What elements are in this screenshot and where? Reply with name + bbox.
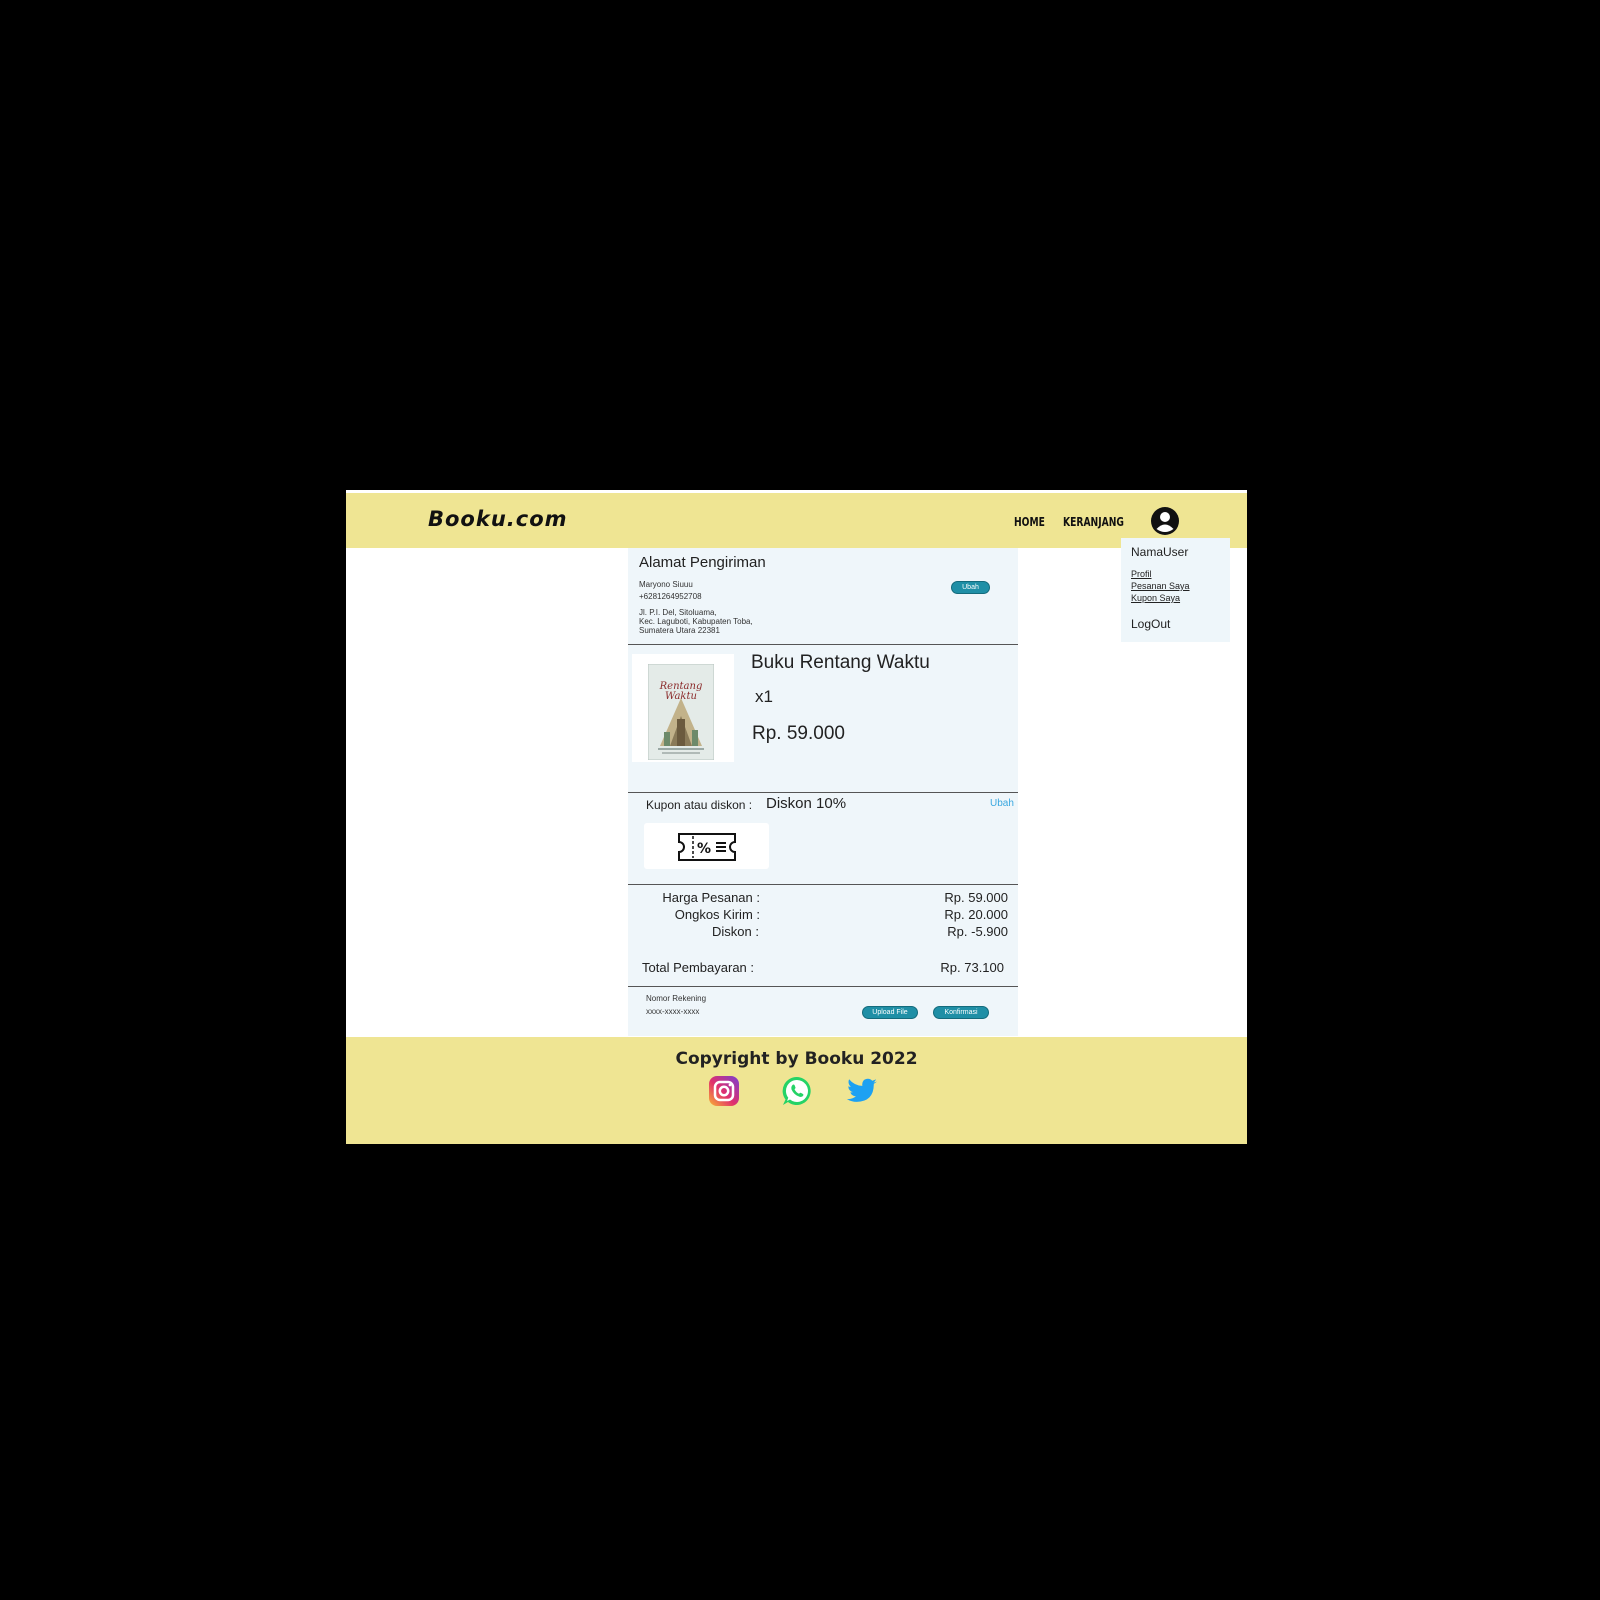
dropdown-item-logout[interactable]: LogOut xyxy=(1131,617,1170,631)
book-cover-image[interactable] xyxy=(648,664,714,760)
svg-text:%: % xyxy=(697,841,711,857)
site-logo[interactable]: Booku.com xyxy=(428,507,568,531)
product-price: Rp. 59.000 xyxy=(752,723,845,744)
dropdown-item-orders[interactable]: Pesanan Saya xyxy=(1131,581,1190,591)
shipping-label: Ongkos Kirim : xyxy=(674,907,760,922)
total-value: Rp. 73.100 xyxy=(940,960,1004,975)
divider xyxy=(628,986,1018,987)
footer: Copyright by Booku 2022 xyxy=(346,1037,1247,1144)
discount-value: Rp. -5.900 xyxy=(947,924,1008,939)
total-label: Total Pembayaran : xyxy=(642,960,755,975)
discount-ticket-icon: % xyxy=(678,833,736,861)
coupon-icon-box: % xyxy=(644,823,769,869)
address-title: Alamat Pengiriman xyxy=(639,554,766,571)
address-line-3: Sumatera Utara 22381 xyxy=(639,626,720,635)
twitter-icon[interactable] xyxy=(845,1075,879,1107)
recipient-phone: +6281264952708 xyxy=(639,592,702,601)
user-avatar-icon[interactable] xyxy=(1150,506,1180,536)
nav-cart[interactable]: KERANJANG xyxy=(1063,515,1124,529)
instagram-icon[interactable] xyxy=(708,1075,740,1107)
recipient-name: Maryono Siuuu xyxy=(639,580,693,589)
copyright-text: Copyright by Booku 2022 xyxy=(675,1049,918,1069)
header-bar: Booku.com HOME KERANJANG xyxy=(346,490,1247,548)
coupon-value: Diskon 10% xyxy=(766,795,847,812)
order-price-value: Rp. 59.000 xyxy=(944,890,1008,905)
app-frame: Booku.com HOME KERANJANG NamaUser Profil… xyxy=(346,490,1247,1144)
divider xyxy=(628,884,1018,885)
checkout-panel: Alamat Pengiriman Maryono Siuuu +6281264… xyxy=(628,548,1018,1036)
dropdown-item-profile[interactable]: Profil xyxy=(1131,569,1152,579)
edit-coupon-link[interactable]: Ubah xyxy=(990,798,1014,809)
nav-home[interactable]: HOME xyxy=(1014,515,1045,529)
book-cover-title: Rentang Waktu xyxy=(659,681,703,702)
divider xyxy=(628,644,1018,645)
dropdown-item-coupons[interactable]: Kupon Saya xyxy=(1131,593,1180,603)
account-number-value: xxxx-xxxx-xxxx xyxy=(646,1007,700,1016)
product-quantity: x1 xyxy=(755,687,773,706)
user-dropdown-menu: NamaUser Profil Pesanan Saya Kupon Saya … xyxy=(1121,538,1230,642)
divider xyxy=(628,792,1018,793)
shipping-value: Rp. 20.000 xyxy=(944,907,1008,922)
product-title: Buku Rentang Waktu xyxy=(751,652,930,673)
whatsapp-icon[interactable] xyxy=(781,1075,813,1107)
confirm-button[interactable]: Konfirmasi xyxy=(933,1006,989,1019)
edit-address-button[interactable]: Ubah xyxy=(951,581,990,594)
order-price-label: Harga Pesanan : xyxy=(662,890,760,905)
dropdown-username: NamaUser xyxy=(1131,545,1189,559)
upload-file-button[interactable]: Upload File xyxy=(862,1006,918,1019)
account-number-label: Nomor Rekening xyxy=(646,994,707,1003)
coupon-label: Kupon atau diskon : xyxy=(646,798,753,812)
product-image-frame: Rentang Waktu xyxy=(632,654,734,762)
discount-label: Diskon : xyxy=(712,924,759,939)
